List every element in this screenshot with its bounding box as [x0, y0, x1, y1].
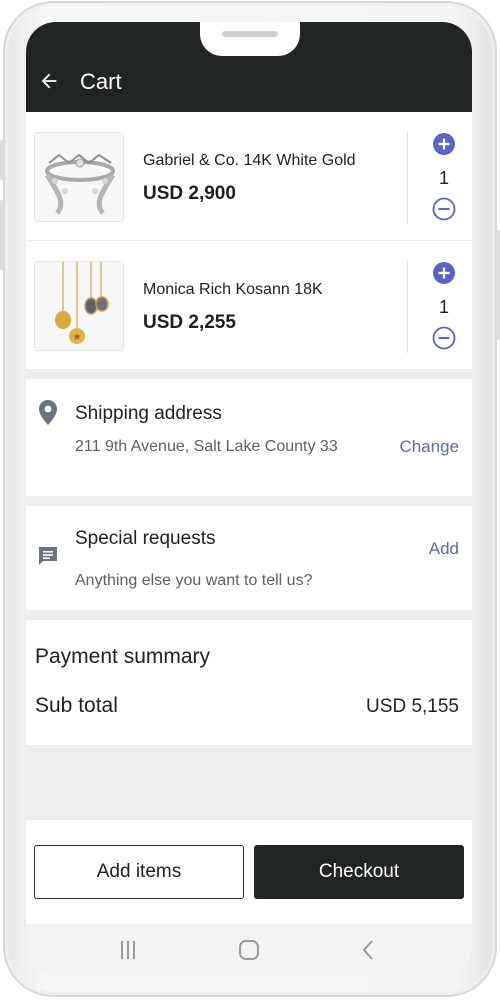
item-name: Gabriel & Co. 14K White Gold [143, 152, 356, 169]
item-name: Monica Rich Kosann 18K [143, 281, 323, 298]
phone-side-button [496, 230, 500, 340]
svg-text:★: ★ [73, 332, 82, 343]
recents-icon[interactable] [115, 938, 141, 962]
shipping-title: Shipping address [75, 403, 222, 424]
app-screen: Cart Gabriel & Co. 14K White Gold USD 2,… [26, 22, 472, 924]
divider [407, 261, 408, 353]
back-icon[interactable] [356, 938, 382, 962]
phone-notch [200, 22, 300, 56]
plus-circle-icon[interactable] [432, 132, 456, 156]
subtotal-value: USD 5,155 [366, 696, 459, 717]
phone-side-button [0, 200, 4, 270]
special-requests-card: Special requests Anything else you want … [26, 506, 472, 610]
quantity-value: 1 [438, 297, 449, 317]
plus-circle-icon[interactable] [432, 261, 456, 285]
checkout-button[interactable]: Checkout [254, 845, 464, 899]
page-title: Cart [80, 69, 122, 94]
shipping-address-text: 211 9th Avenue, Salt Lake County 33 [75, 438, 338, 455]
minus-circle-icon[interactable] [432, 326, 456, 350]
bottom-action-bar: Add items Checkout [26, 820, 472, 924]
cart-item: Gabriel & Co. 14K White Gold USD 2,900 1 [26, 112, 472, 240]
arrow-left-icon[interactable] [38, 70, 60, 92]
location-pin-icon [39, 400, 57, 425]
speaker-grille [222, 31, 278, 37]
special-requests-subtitle: Anything else you want to tell us? [75, 572, 313, 589]
minus-circle-icon[interactable] [432, 197, 456, 221]
diamond-ring-image [34, 132, 124, 222]
special-requests-title: Special requests [75, 528, 216, 549]
phone-side-button [0, 140, 4, 180]
home-icon[interactable] [236, 938, 262, 962]
system-nav-bar [26, 924, 472, 976]
chat-bubble-icon [39, 547, 57, 565]
payment-summary-card: Payment summary Sub total USD 5,155 [26, 620, 472, 745]
item-price: USD 2,255 [143, 312, 236, 333]
add-items-button[interactable]: Add items [34, 845, 244, 899]
add-request-link[interactable]: Add [429, 539, 459, 559]
quantity-value: 1 [438, 168, 449, 188]
cart-item: ★ Monica Rich Kosann 18K USD 2,255 1 [26, 240, 472, 368]
cart-list: Gabriel & Co. 14K White Gold USD 2,900 1 [26, 112, 472, 369]
payment-summary-title: Payment summary [35, 645, 211, 668]
subtotal-label: Sub total [35, 694, 118, 717]
divider [407, 132, 408, 224]
change-address-link[interactable]: Change [399, 437, 459, 457]
item-price: USD 2,900 [143, 183, 236, 204]
shipping-address-card: Shipping address 211 9th Avenue, Salt La… [26, 379, 472, 496]
gold-pendants-image: ★ [34, 261, 124, 351]
